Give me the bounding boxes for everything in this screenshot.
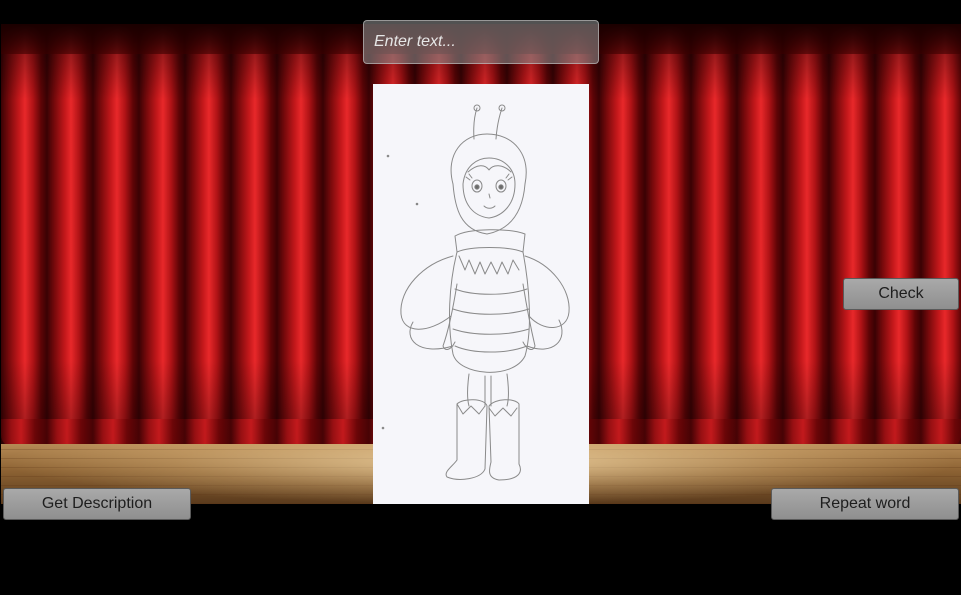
answer-input[interactable] — [363, 20, 599, 64]
drawing-card — [373, 84, 589, 504]
repeat-word-button[interactable]: Repeat word — [771, 488, 959, 520]
bee-girl-drawing — [381, 104, 570, 481]
check-button[interactable]: Check — [843, 278, 959, 310]
get-description-button[interactable]: Get Description — [3, 488, 191, 520]
game-screen: Check Get Description Repeat word — [0, 0, 961, 595]
